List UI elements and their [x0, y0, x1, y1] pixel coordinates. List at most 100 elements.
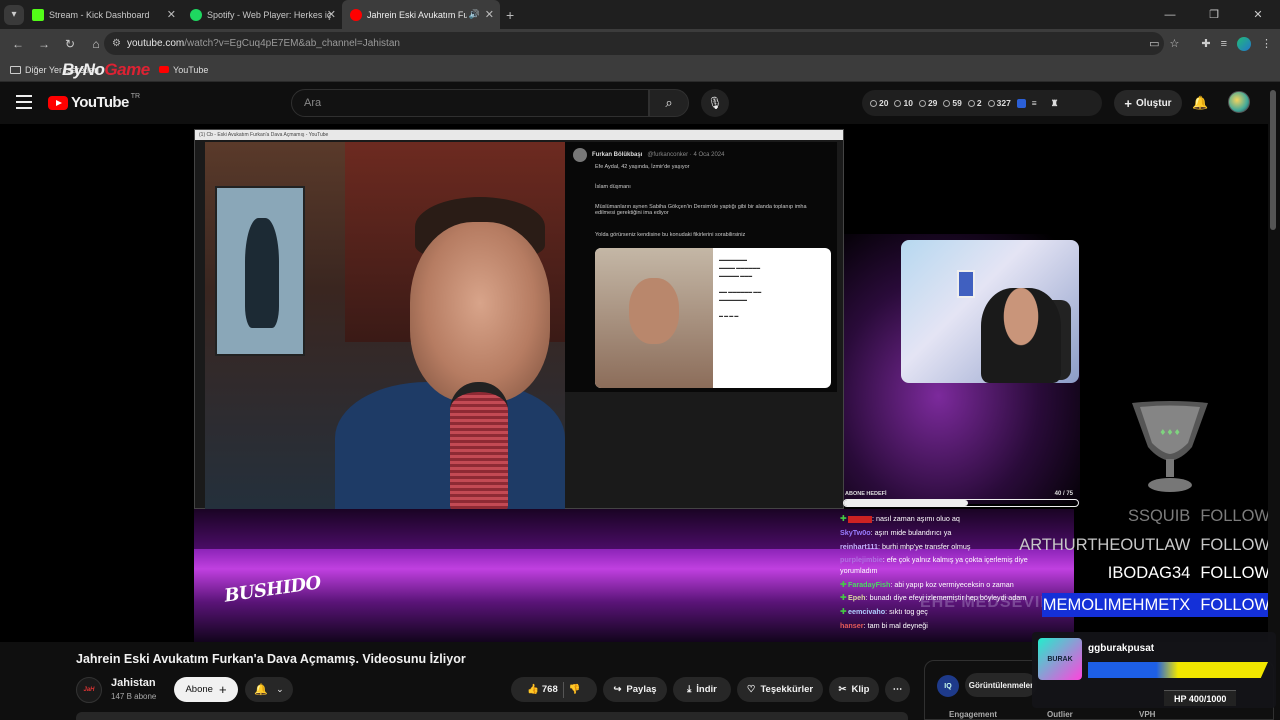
- tweet-embedded-post: ▬▬▬▬▬▬▬ ▬▬▬▬ ▬▬▬▬▬▬ ▬▬▬▬▬ ▬▬▬ ▬▬ ▬▬▬▬▬▬ ▬▬ ▬…: [595, 248, 831, 388]
- close-icon[interactable]: ✕: [327, 8, 336, 21]
- download-button[interactable]: ⤓ İndir: [673, 677, 731, 702]
- youtube-icon: [159, 66, 170, 73]
- video-player[interactable]: (1) Cb - Eski Avukatım Furkan'a Dava Açm…: [0, 124, 1268, 642]
- chat-message: hanser: tam bi mal deyneği: [840, 619, 1065, 633]
- description-box[interactable]: [76, 712, 908, 720]
- back-icon[interactable]: ←: [6, 37, 30, 51]
- reading-list-icon[interactable]: ≡: [1221, 38, 1227, 50]
- speaker-icon[interactable]: 🔊: [469, 9, 480, 20]
- more-actions-button[interactable]: ⋯: [885, 677, 910, 702]
- tweet-line: Yolda görürseniz kendisine bu konudaki f…: [595, 232, 746, 238]
- tweet-line: İslam düşmanı: [595, 184, 631, 190]
- thanks-button[interactable]: ♡ Teşekkürler: [737, 677, 823, 702]
- chat-username[interactable]: FaradayFish: [848, 580, 890, 589]
- chat-badge-icon: ✚: [840, 579, 847, 589]
- chat-badge-icon: ✚: [840, 592, 847, 602]
- microphone: [450, 382, 508, 510]
- menu-icon[interactable]: ⋮: [1261, 37, 1272, 50]
- close-icon[interactable]: ✕: [485, 8, 494, 21]
- close-window-icon[interactable]: ✕: [1236, 8, 1280, 21]
- chat-username[interactable]: [848, 515, 872, 523]
- column-engagement: Engagement: [949, 710, 998, 719]
- extensions-icon[interactable]: ✚: [1201, 37, 1210, 50]
- streamer-hp-card: BURAK ggburakpusat HP 400/1000: [1032, 632, 1276, 708]
- embedded-text: ▬▬▬▬▬▬▬ ▬▬▬▬ ▬▬▬▬▬▬ ▬▬▬▬▬ ▬▬▬ ▬▬ ▬▬▬▬▬▬ ▬▬ ▬…: [719, 257, 762, 318]
- timer-icon: [967, 99, 975, 107]
- trophy-icon[interactable]: ♜: [1051, 98, 1059, 109]
- chat-username[interactable]: eemcivaho: [848, 607, 885, 616]
- column-outlier: Outlier: [1047, 710, 1073, 719]
- subscribe-button[interactable]: Abone +: [174, 677, 238, 702]
- tab-search-button[interactable]: ▾: [4, 4, 24, 25]
- forward-icon[interactable]: →: [32, 37, 56, 51]
- dislike-button[interactable]: 👎: [569, 684, 581, 695]
- tweet-card: Furkan Bölükbaşı @furkanconker · 4 Oca 2…: [565, 142, 837, 392]
- search-button[interactable]: ⌕: [649, 89, 689, 117]
- chat-username[interactable]: SkyTw0o: [840, 528, 871, 537]
- clip-button[interactable]: ✂ Klip: [829, 677, 879, 702]
- scissors-icon: ✂: [838, 684, 847, 695]
- wall-frame: [957, 270, 975, 298]
- follower-row: ARTHURTHEOUTLAW FOLLOW: [1010, 536, 1268, 565]
- follower-name: MEMOLIMEHMETX: [1042, 595, 1191, 614]
- site-info-icon[interactable]: ⚙: [112, 38, 121, 49]
- url-field[interactable]: ⚙ youtube.com/watch?v=EgCuq4pE7EM&ab_cha…: [104, 32, 1164, 55]
- bookmark-youtube[interactable]: YouTube: [159, 65, 208, 75]
- chat-badge-icon: ✚: [840, 514, 847, 523]
- follower-action: FOLLOW: [1200, 564, 1268, 582]
- hamburger-menu-icon[interactable]: [16, 95, 32, 109]
- chat-text: : nasıl zaman aşımı oluo aq: [872, 514, 960, 523]
- channel-avatar[interactable]: JaH: [76, 677, 102, 703]
- hp-readout: HP 400/1000: [1164, 690, 1237, 706]
- channel-name[interactable]: Jahistan: [111, 677, 156, 689]
- chat-username[interactable]: hanser: [840, 621, 864, 630]
- notifications-bell-icon[interactable]: 🔔: [1192, 95, 1208, 111]
- bell-icon: 🔔: [254, 684, 269, 696]
- cast-icon[interactable]: ▭: [1149, 37, 1159, 50]
- tab-youtube[interactable]: Jahrein Eski Avukatım Furka 🔊 ✕: [342, 0, 500, 29]
- new-tab-button[interactable]: +: [506, 7, 514, 23]
- page-scrollbar[interactable]: [1270, 90, 1276, 230]
- chat-text: : sıktı tog geç: [885, 606, 928, 616]
- tab-kick[interactable]: Stream - Kick Dashboard ✕: [24, 0, 182, 29]
- sub-goal-label: ABONE HEDEFİ: [845, 491, 887, 497]
- follower-action: FOLLOW: [1200, 595, 1268, 614]
- close-icon[interactable]: ✕: [167, 8, 176, 21]
- chat-username[interactable]: Epeh: [848, 593, 866, 602]
- thanks-label: Teşekkürler: [760, 684, 814, 695]
- iq-badge[interactable]: IQ: [937, 675, 959, 697]
- video-title: Jahrein Eski Avukatım Furkan'a Dava Açma…: [76, 652, 466, 666]
- chat-username[interactable]: reinhart111: [840, 542, 878, 551]
- list-icon[interactable]: ≡: [1032, 98, 1037, 108]
- restore-icon[interactable]: ❐: [1192, 8, 1236, 21]
- sub-goal-count: 40 / 75: [1054, 491, 1073, 497]
- share-button[interactable]: ↪ Paylaş: [603, 677, 667, 702]
- tab-spotify[interactable]: Spotify - Web Player: Herkes iç ✕: [182, 0, 342, 29]
- extension-icon[interactable]: [1016, 98, 1026, 108]
- bookmark-star-icon[interactable]: ☆: [1169, 37, 1179, 50]
- follower-name: SSQUIB: [1127, 507, 1191, 525]
- account-avatar[interactable]: [1228, 91, 1250, 113]
- follower-row: IBODAG34 FOLLOW: [1010, 564, 1268, 593]
- notification-settings-button[interactable]: 🔔 ⌄: [245, 677, 293, 702]
- youtube-logo[interactable]: YouTube TR: [48, 93, 140, 111]
- streamer: [981, 288, 1061, 383]
- voice-search-button[interactable]: 🎙: [701, 89, 729, 117]
- chat-text: : abi yapıp koz vermiyeceksin o zaman: [890, 579, 1014, 589]
- views-filter-button[interactable]: Görüntülenmeler: [965, 673, 1037, 697]
- more-icon: ⋯: [892, 684, 903, 695]
- clock-icon: [870, 99, 877, 107]
- kick-icon: [32, 8, 44, 21]
- profile-avatar[interactable]: [1237, 36, 1251, 51]
- reload-icon[interactable]: ↻: [58, 37, 82, 51]
- url-host: youtube.com: [126, 38, 185, 49]
- minimize-icon[interactable]: —: [1148, 9, 1192, 21]
- plus-icon: +: [218, 682, 227, 697]
- like-dislike-bar: 👍 768 👎: [511, 677, 597, 702]
- search-input[interactable]: Ara: [291, 89, 649, 117]
- eye-icon: [894, 99, 902, 107]
- create-button[interactable]: + Oluştur: [1114, 90, 1182, 116]
- chat-username[interactable]: purplejimbie: [840, 555, 883, 564]
- tweet-line: Efe Aydal, 42 yaşında, İzmir'de yaşıyor: [595, 164, 690, 170]
- like-button[interactable]: 👍 768: [527, 684, 557, 695]
